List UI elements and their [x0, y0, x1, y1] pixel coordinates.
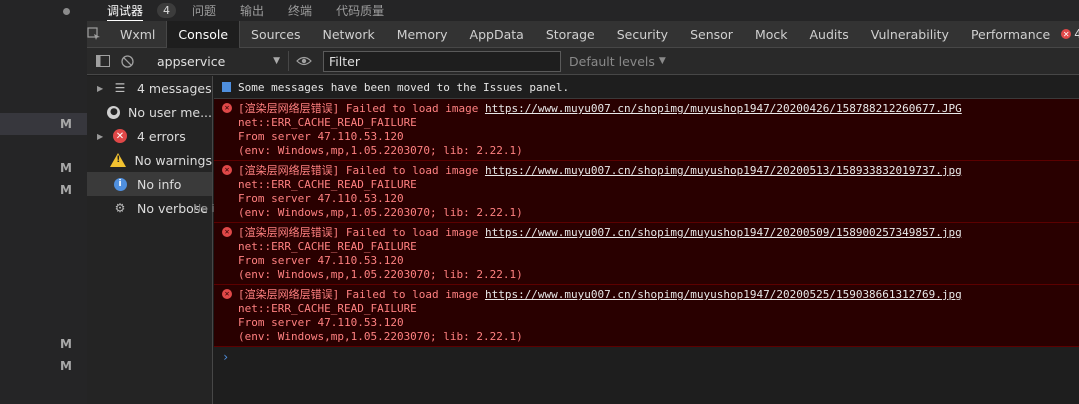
error-env: (env: Windows,mp,1.05.2203070; lib: 2.22… — [238, 268, 523, 281]
error-url-link[interactable]: https://www.muyu007.cn/shopimg/muyushop1… — [485, 288, 962, 301]
eye-icon[interactable] — [289, 56, 319, 66]
error-server: From server 47.110.53.120 — [238, 130, 404, 143]
git-modified-marker: M — [60, 161, 72, 175]
sidebar-item-label: 4 messages — [137, 80, 212, 96]
error-server: From server 47.110.53.120 — [238, 192, 404, 205]
sidebar-item-label: No info — [137, 176, 182, 192]
tab-mock[interactable]: Mock — [744, 21, 799, 48]
list-icon: ☰ — [114, 81, 126, 95]
sidebar-item-label: No warnings — [134, 152, 212, 168]
expand-arrow-icon[interactable]: ▶ — [97, 132, 109, 141]
issue-counter[interactable]: ✕ 4 3 — [1061, 27, 1079, 41]
error-server: From server 47.110.53.120 — [238, 254, 404, 267]
gutter-highlight — [0, 113, 87, 135]
git-modified-marker: M — [60, 183, 72, 197]
tab-appdata[interactable]: AppData — [459, 21, 535, 48]
error-env: (env: Windows,mp,1.05.2203070; lib: 2.22… — [238, 144, 523, 157]
console-error-message: ✕ [渲染层网络层错误] Failed to load image https:… — [214, 223, 1079, 285]
tab-output[interactable]: 输出 — [240, 0, 264, 21]
sidebar-item-errors[interactable]: ▶ ✕ 4 errors — [87, 124, 212, 148]
chevron-down-icon: ▼ — [273, 56, 280, 66]
error-code: net::ERR_CACHE_READ_FAILURE — [238, 116, 417, 129]
sidebar-item-verbose[interactable]: ⚙ No verbose No info — [87, 196, 232, 220]
error-icon: ✕ — [222, 165, 232, 175]
git-modified-marker: M — [60, 117, 72, 131]
debugger-count-badge: 4 — [157, 3, 177, 18]
error-icon: ✕ — [222, 227, 232, 237]
context-label: appservice — [157, 53, 226, 69]
error-icon: ✕ — [1061, 29, 1072, 39]
sidebar-toggle-icon[interactable] — [91, 48, 115, 75]
chevron-down-icon: ▼ — [658, 56, 666, 66]
tab-sources[interactable]: Sources — [240, 21, 311, 48]
tab-performance[interactable]: Performance — [960, 21, 1061, 48]
error-prefix: [渲染层网络层错误] Failed to load image — [238, 164, 485, 177]
error-icon: ✕ — [113, 129, 127, 143]
git-modified-marker: M — [60, 359, 72, 373]
tab-problems[interactable]: 问题 — [192, 0, 216, 21]
console-error-message: ✕ [渲染层网络层错误] Failed to load image https:… — [214, 99, 1079, 161]
console-error-message: ✕ [渲染层网络层错误] Failed to load image https:… — [214, 161, 1079, 223]
error-icon: ✕ — [222, 289, 232, 299]
error-code: net::ERR_CACHE_READ_FAILURE — [238, 178, 417, 191]
console-prompt[interactable]: › — [214, 347, 1079, 367]
issues-notice-text: Some messages have been moved to the Iss… — [238, 80, 570, 94]
log-levels-label: Default levels — [569, 53, 655, 69]
log-levels-dropdown[interactable]: Default levels ▼ — [569, 54, 666, 69]
modified-dot-icon — [63, 8, 70, 15]
inspect-element-icon[interactable] — [87, 21, 101, 48]
clear-console-icon[interactable] — [115, 48, 139, 75]
tab-debugger[interactable]: 调试器 — [107, 0, 144, 21]
error-env: (env: Windows,mp,1.05.2203070; lib: 2.22… — [238, 330, 523, 343]
context-selector[interactable]: appservice ▼ — [149, 51, 289, 71]
console-error-message: ✕ [渲染层网络层错误] Failed to load image https:… — [214, 285, 1079, 347]
error-code: net::ERR_CACHE_READ_FAILURE — [238, 302, 417, 315]
console-sidebar: ▶ ☰ 4 messages ● No user me... ▶ ✕ 4 err… — [87, 76, 232, 404]
expand-arrow-icon[interactable]: ▶ — [97, 84, 109, 93]
error-env: (env: Windows,mp,1.05.2203070; lib: 2.22… — [238, 206, 523, 219]
sidebar-item-warnings[interactable]: ! No warnings — [87, 148, 212, 172]
flag-icon — [222, 82, 231, 92]
error-code: net::ERR_CACHE_READ_FAILURE — [238, 240, 417, 253]
panel-tab-bar: 调试器 4 问题 输出 终端 代码质量 — [87, 0, 1079, 21]
console-toolbar: appservice ▼ Filter Default levels ▼ — [87, 48, 1079, 75]
tab-console[interactable]: Console — [166, 20, 241, 48]
user-icon: ● — [107, 105, 121, 119]
git-modified-marker: M — [60, 337, 72, 351]
info-icon: i — [113, 177, 127, 191]
sidebar-item-user-messages[interactable]: ● No user me... — [87, 100, 212, 124]
tab-storage[interactable]: Storage — [535, 21, 606, 48]
error-url-link[interactable]: https://www.muyu007.cn/shopimg/muyushop1… — [485, 102, 962, 115]
sidebar-item-messages[interactable]: ▶ ☰ 4 messages — [87, 76, 212, 100]
error-icon: ✕ — [222, 103, 232, 113]
tab-memory[interactable]: Memory — [386, 21, 459, 48]
tab-sensor[interactable]: Sensor — [679, 21, 744, 48]
issues-notice[interactable]: Some messages have been moved to the Iss… — [214, 76, 1079, 99]
error-url-link[interactable]: https://www.muyu007.cn/shopimg/muyushop1… — [485, 226, 962, 239]
prompt-caret-icon: › — [222, 350, 230, 364]
error-url-link[interactable]: https://www.muyu007.cn/shopimg/muyushop1… — [485, 164, 962, 177]
tab-terminal[interactable]: 终端 — [288, 0, 312, 21]
editor-gutter: M M M M M — [0, 0, 87, 404]
tab-security[interactable]: Security — [606, 21, 679, 48]
filter-input[interactable]: Filter — [323, 50, 561, 72]
console-messages: Some messages have been moved to the Iss… — [214, 76, 1079, 404]
sidebar-item-label: 4 errors — [137, 128, 186, 144]
error-count: 4 — [1074, 27, 1079, 41]
error-prefix: [渲染层网络层错误] Failed to load image — [238, 288, 485, 301]
tab-vulnerability[interactable]: Vulnerability — [860, 21, 960, 48]
warning-icon: ! — [110, 153, 127, 167]
error-prefix: [渲染层网络层错误] Failed to load image — [238, 226, 485, 239]
error-server: From server 47.110.53.120 — [238, 316, 404, 329]
sidebar-item-info[interactable]: i No info — [87, 172, 212, 196]
error-prefix: [渲染层网络层错误] Failed to load image — [238, 102, 485, 115]
tab-network[interactable]: Network — [312, 21, 386, 48]
sidebar-item-label: No user me... — [128, 104, 212, 120]
devtools-toolbar: Wxml Console Sources Network Memory AppD… — [87, 20, 1079, 48]
tab-audits[interactable]: Audits — [799, 21, 860, 48]
tab-wxml[interactable]: Wxml — [109, 21, 166, 48]
bug-icon: ⚙ — [114, 201, 126, 215]
tab-code-quality[interactable]: 代码质量 — [336, 0, 384, 21]
